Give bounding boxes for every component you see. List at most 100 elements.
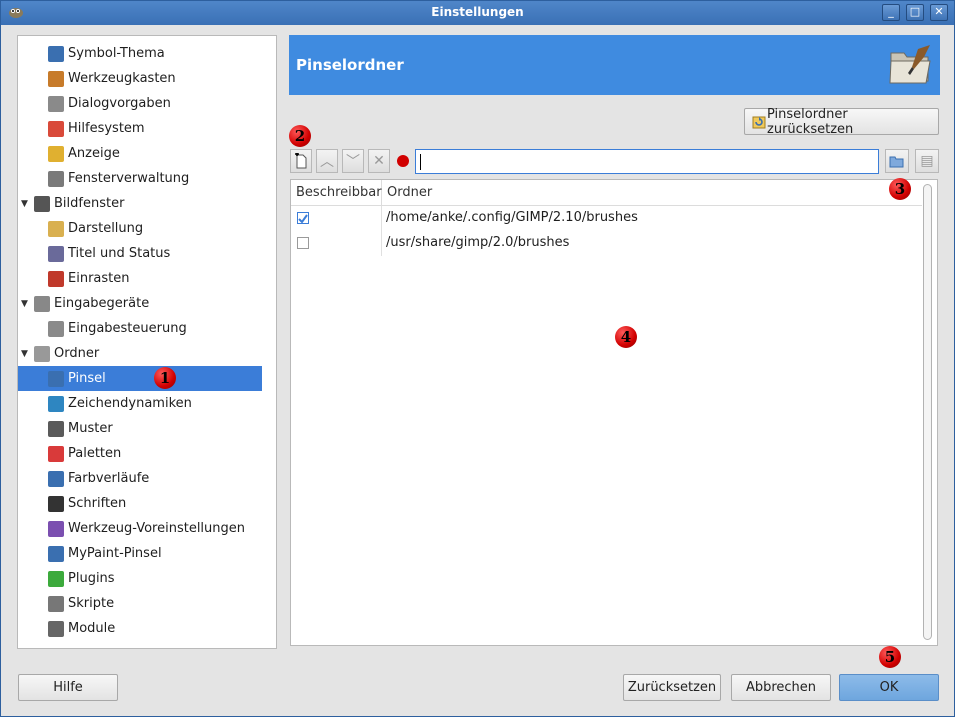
display-icon	[48, 145, 64, 162]
arrow-down-icon: ﹀	[346, 154, 360, 170]
input-devices-icon	[34, 295, 50, 312]
help-button[interactable]: Hilfe	[18, 674, 118, 701]
column-header-folder[interactable]: Ordner	[382, 180, 922, 206]
brush-folder-icon	[889, 45, 931, 84]
annotation-marker-1: 1	[154, 367, 176, 389]
sidebar-item-eingabesteuerung[interactable]: Eingabesteuerung	[18, 316, 262, 341]
sidebar-item-eingabegeräte[interactable]: ▼ Eingabegeräte	[18, 291, 262, 316]
sidebar-item-schriften[interactable]: Schriften	[18, 491, 262, 516]
sidebar-item-werkzeugkasten[interactable]: Werkzeugkasten	[18, 66, 262, 91]
help-label: Hilfe	[53, 680, 83, 695]
sidebar-item-label: Anzeige	[68, 146, 120, 161]
toolbox-icon	[48, 70, 64, 87]
window-management-icon	[48, 170, 64, 187]
move-down-button[interactable]: ﹀	[342, 149, 364, 173]
close-button[interactable]: ✕	[930, 4, 948, 21]
sidebar-item-zeichendynamiken[interactable]: Zeichendynamiken	[18, 391, 262, 416]
sidebar-item-label: Pinsel	[68, 371, 106, 386]
annotation-marker-2: 2	[289, 125, 311, 147]
sidebar-item-label: Skripte	[68, 596, 115, 611]
sidebar-item-skripte[interactable]: Skripte	[18, 591, 262, 616]
sidebar-item-label: Dialogvorgaben	[68, 96, 171, 111]
sidebar-item-plugins[interactable]: Plugins	[18, 566, 262, 591]
sidebar-item-fensterverwaltung[interactable]: Fensterverwaltung	[18, 166, 262, 191]
fonts-icon	[48, 495, 64, 512]
annotation-marker-5: 5	[879, 646, 901, 668]
sidebar-item-darstellung[interactable]: Darstellung	[18, 216, 262, 241]
sidebar-item-paletten[interactable]: Paletten	[18, 441, 262, 466]
scripts-icon	[48, 595, 64, 612]
sidebar-item-label: Farbverläufe	[68, 471, 150, 486]
cancel-label: Abbrechen	[745, 680, 817, 695]
reset-brush-folders-label: Pinselordner zurücksetzen	[767, 106, 854, 137]
brush-icon	[48, 370, 64, 387]
page-title: Pinselordner	[296, 56, 404, 74]
window-title: Einstellungen	[431, 5, 524, 19]
sidebar-item-ordner[interactable]: ▼ Ordner	[18, 341, 262, 366]
maximize-button[interactable]: □	[906, 4, 924, 21]
symbol-theme-icon	[48, 45, 64, 62]
sidebar-item-werkzeug-voreinstellungen[interactable]: Werkzeug-Voreinstellungen	[18, 516, 262, 541]
sidebar-item-bildfenster[interactable]: ▼ Bildfenster	[18, 191, 262, 216]
browse-folder-button[interactable]	[885, 149, 909, 173]
input-controllers-icon	[48, 320, 64, 337]
sidebar-item-farbverläufe[interactable]: Farbverläufe	[18, 466, 262, 491]
writable-checkbox[interactable]	[297, 212, 309, 224]
sidebar-item-module[interactable]: Module	[18, 616, 262, 641]
column-header-writable[interactable]: Beschreibbar	[291, 180, 382, 206]
page-header: Pinselordner	[289, 35, 940, 95]
preferences-window: Einstellungen _ □ ✕ Symbol-Thema Werkzeug…	[0, 0, 955, 717]
tool-presets-icon	[48, 520, 64, 537]
sidebar-item-label: Zeichendynamiken	[68, 396, 192, 411]
snap-icon	[48, 270, 64, 287]
sidebar-item-anzeige[interactable]: Anzeige	[18, 141, 262, 166]
sidebar-item-hilfesystem[interactable]: Hilfesystem	[18, 116, 262, 141]
table-scrollbar[interactable]	[923, 184, 932, 640]
minimize-icon: _	[888, 5, 894, 18]
sidebar-item-label: Paletten	[68, 446, 122, 461]
sidebar-item-pinsel[interactable]: Pinsel	[18, 366, 262, 391]
sidebar-item-einrasten[interactable]: Einrasten	[18, 266, 262, 291]
sidebar-item-label: Symbol-Thema	[68, 46, 165, 61]
sidebar-item-titel-und-status[interactable]: Titel und Status	[18, 241, 262, 266]
annotation-marker-3: 3	[889, 178, 911, 200]
move-up-button[interactable]: ︿	[316, 149, 338, 173]
sidebar-item-symbol-thema[interactable]: Symbol-Thema	[18, 41, 262, 66]
expander-arrow-icon[interactable]: ▼	[21, 299, 31, 309]
open-file-manager-button[interactable]: ▤	[915, 149, 939, 173]
folders-icon	[34, 345, 50, 362]
title-bar[interactable]: Einstellungen _ □ ✕	[1, 1, 954, 25]
cancel-button[interactable]: Abbrechen	[731, 674, 831, 701]
modules-icon	[48, 620, 64, 637]
ok-button[interactable]: OK	[839, 674, 939, 701]
sidebar-item-label: Ordner	[54, 346, 100, 361]
sidebar-item-label: MyPaint-Pinsel	[68, 546, 162, 561]
minimize-button[interactable]: _	[882, 4, 900, 21]
sidebar-item-muster[interactable]: Muster	[18, 416, 262, 441]
delete-folder-button[interactable]: ✕	[368, 149, 390, 173]
sidebar-item-label: Werkzeugkasten	[68, 71, 176, 86]
sidebar-item-label: Module	[68, 621, 116, 636]
reset-button[interactable]: Zurücksetzen	[623, 674, 721, 701]
palette-icon	[48, 445, 64, 462]
sidebar-item-label: Werkzeug-Voreinstellungen	[68, 521, 246, 536]
expander-arrow-icon[interactable]: ▼	[21, 199, 31, 209]
paint-dynamics-icon	[48, 395, 64, 412]
brush-folders-table[interactable]: Beschreibbar Ordner /home/anke/.config/G…	[290, 179, 938, 646]
sidebar-item-dialogvorgaben[interactable]: Dialogvorgaben	[18, 91, 262, 116]
sidebar-item-label: Hilfesystem	[68, 121, 145, 136]
expander-arrow-icon[interactable]: ▼	[21, 349, 31, 359]
arrow-up-icon: ︿	[320, 154, 334, 170]
table-row[interactable]: /usr/share/gimp/2.0/brushes	[291, 231, 921, 256]
image-window-icon	[34, 195, 50, 212]
add-folder-button[interactable]	[290, 149, 312, 173]
preferences-category-tree[interactable]: Symbol-Thema Werkzeugkasten Dialogvorgaben…	[17, 35, 277, 649]
writable-checkbox[interactable]	[297, 237, 309, 249]
sidebar-item-mypaint-pinsel[interactable]: MyPaint-Pinsel	[18, 541, 262, 566]
close-icon: ✕	[934, 5, 944, 18]
folder-path-input[interactable]	[415, 149, 879, 174]
reset-brush-folders-button[interactable]: Pinselordner zurücksetzen	[744, 106, 939, 137]
sidebar-item-label: Muster	[68, 421, 113, 436]
open-folder-icon	[889, 156, 904, 168]
table-row[interactable]: /home/anke/.config/GIMP/2.10/brushes	[291, 206, 921, 231]
